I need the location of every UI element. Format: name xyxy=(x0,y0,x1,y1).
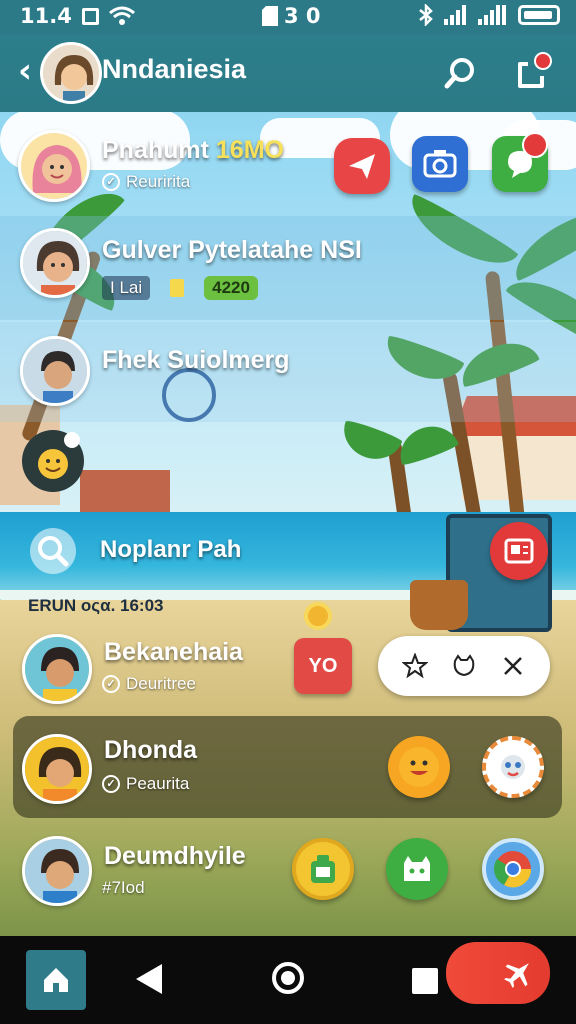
contact-name: Deumdhyile xyxy=(104,842,246,870)
cat-icon xyxy=(404,856,430,881)
chat-name-highlight: 16MO xyxy=(215,136,284,164)
yo-badge-text: YO xyxy=(308,654,338,677)
chat-app-button[interactable] xyxy=(492,132,548,192)
square-icon xyxy=(81,7,99,25)
sticker-button[interactable] xyxy=(482,736,544,798)
back-arrow-icon[interactable]: ‹ xyxy=(18,54,32,88)
cross-icon[interactable] xyxy=(500,653,526,679)
contact-status-text: Peaurita xyxy=(126,774,190,793)
search-icon[interactable] xyxy=(442,54,480,92)
bluetooth-icon xyxy=(419,4,433,26)
yo-badge-button[interactable]: YO xyxy=(294,638,352,694)
chat-name-text: Pnahumt xyxy=(102,136,216,164)
robot-icon xyxy=(311,855,335,883)
contact-status-text: Deuritree xyxy=(126,674,196,693)
compose-button[interactable] xyxy=(514,52,552,92)
camera-icon xyxy=(423,150,457,178)
notification-dot xyxy=(534,52,552,70)
happy-face-icon xyxy=(399,747,439,787)
avatar xyxy=(22,734,92,804)
sim-icon xyxy=(262,6,278,26)
send-button[interactable] xyxy=(334,138,390,194)
home-icon xyxy=(44,968,68,992)
house xyxy=(80,470,170,514)
notification-dot xyxy=(522,132,548,158)
check-icon: ✓ xyxy=(102,675,120,693)
battery-small-icon xyxy=(170,279,185,297)
chat-tag: I Lai xyxy=(102,276,151,300)
contact-row[interactable]: Deumdhyile #7Iod xyxy=(0,830,576,916)
navigation-bar xyxy=(0,936,576,1024)
app-header: ‹ Nndaniesia xyxy=(0,34,576,112)
chat-row[interactable]: Pnahumt 16MO ✓ Reuririta xyxy=(0,116,576,216)
chat-row[interactable]: Fhek Suiolmerg xyxy=(0,322,576,422)
chat-name: Gulver Pytelatahe NSI xyxy=(102,236,362,264)
avatar xyxy=(18,130,90,202)
avatar-emoji[interactable] xyxy=(22,430,84,492)
robot-face-icon xyxy=(501,755,525,779)
chat-status: ✓ Reuririta xyxy=(102,172,190,192)
check-icon: ✓ xyxy=(102,173,120,191)
avatar xyxy=(22,634,92,704)
search-button[interactable] xyxy=(30,528,76,574)
avatar xyxy=(20,228,90,298)
status-time: 11.4 xyxy=(20,4,72,28)
document-icon xyxy=(504,538,534,564)
home-circle-icon[interactable] xyxy=(272,962,304,994)
section-header: ERUN οςα. 16:03 xyxy=(28,596,164,615)
chrome-icon xyxy=(494,851,532,888)
reaction-bar xyxy=(378,636,550,696)
chat-badge: 4220 xyxy=(204,276,258,300)
online-dot xyxy=(64,432,80,448)
signal-icon xyxy=(444,5,466,25)
contact-status: ✓ Deuritree xyxy=(102,674,196,694)
signal-icon xyxy=(478,5,506,25)
contact-status: ✓ Peaurita xyxy=(102,774,189,794)
camera-button[interactable] xyxy=(412,136,468,192)
search-icon xyxy=(38,536,69,567)
avatar xyxy=(22,836,92,906)
cat-face-icon[interactable] xyxy=(451,653,477,679)
paper-plane-icon xyxy=(349,154,375,179)
app-shortcut-button[interactable] xyxy=(292,838,354,900)
chat-name: Pnahumt 16MO xyxy=(102,136,284,165)
status-bar: 11.4 3 0 xyxy=(0,0,576,34)
app-shortcut-button[interactable] xyxy=(386,838,448,900)
home-nav-button[interactable] xyxy=(26,950,86,1010)
contact-name: Dhonda xyxy=(104,736,198,764)
star-icon[interactable] xyxy=(401,653,428,679)
recent-apps-icon[interactable] xyxy=(412,968,438,994)
wifi-icon xyxy=(108,6,135,25)
contact-status: #7Iod xyxy=(102,878,145,897)
basket xyxy=(410,580,468,630)
profile-avatar[interactable] xyxy=(40,42,102,104)
battery-icon xyxy=(518,5,560,25)
airplane-mode-button[interactable] xyxy=(446,942,550,1004)
emoji-button[interactable] xyxy=(388,736,450,798)
contact-name: Bekanehaia xyxy=(104,638,243,666)
search-label[interactable]: Noplanr Pah xyxy=(100,536,241,564)
back-triangle-icon[interactable] xyxy=(136,964,162,994)
chrome-button[interactable] xyxy=(482,838,544,900)
chat-meta: I Lai 4220 xyxy=(102,276,258,300)
contact-row[interactable]: Dhonda ✓ Peaurita xyxy=(0,726,576,812)
status-center-text: 3 0 xyxy=(284,4,321,28)
app-title: Nndaniesia xyxy=(102,54,247,84)
document-button[interactable] xyxy=(490,522,548,580)
airplane-icon xyxy=(504,963,529,988)
chat-row[interactable]: Gulver Pytelatahe NSI I Lai 4220 xyxy=(0,216,576,320)
chat-name: Fhek Suiolmerg xyxy=(102,346,290,374)
chat-status-text: Reuririta xyxy=(126,172,191,191)
avatar xyxy=(20,336,90,406)
check-icon: ✓ xyxy=(102,775,120,793)
